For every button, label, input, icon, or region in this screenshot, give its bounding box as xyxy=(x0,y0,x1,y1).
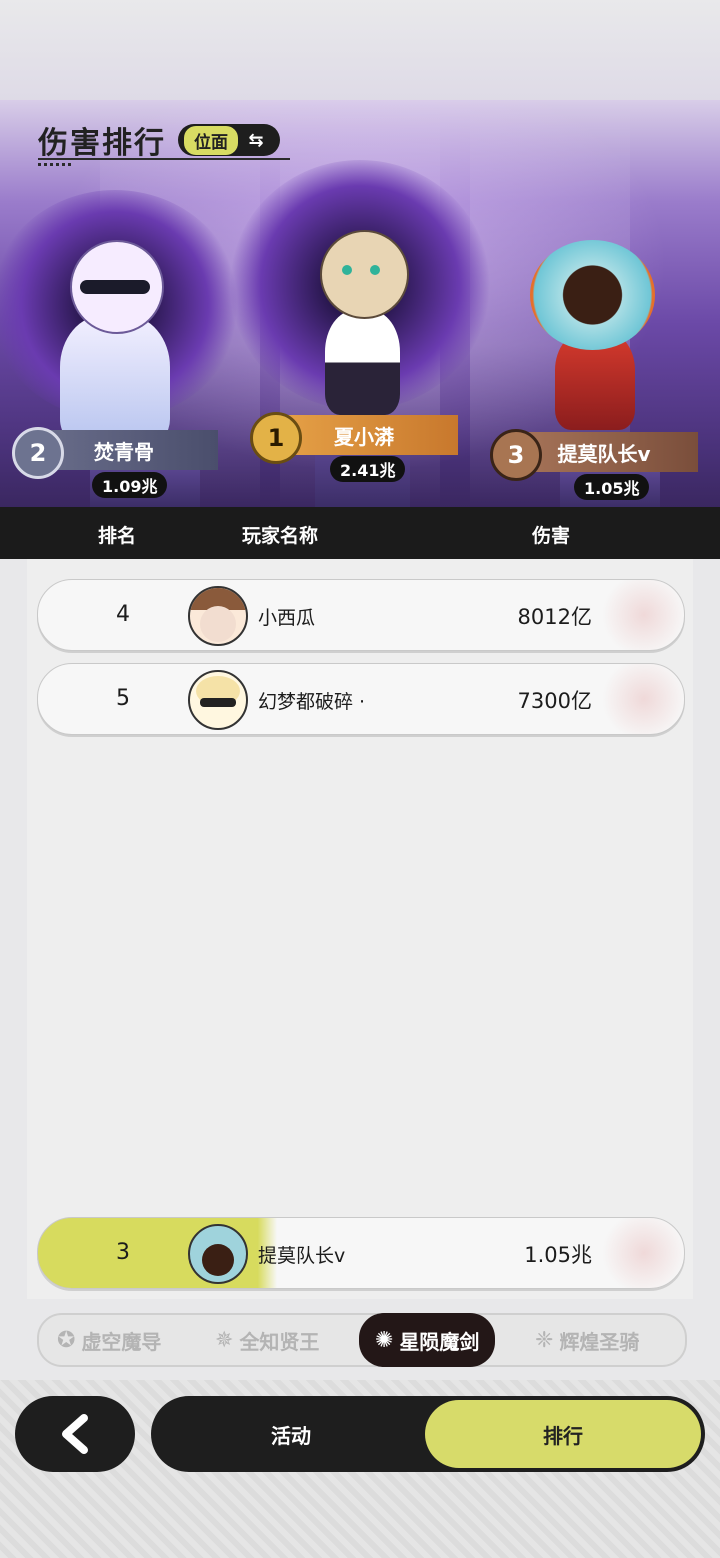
podium-score-rank2: 1.09兆 xyxy=(92,472,168,498)
rank-medal-1: 1 xyxy=(250,412,302,464)
row-rank: 3 xyxy=(116,1240,130,1265)
podium-score-rank3: 1.05兆 xyxy=(574,474,650,500)
emblem-watermark-icon xyxy=(584,664,684,734)
column-damage: 伤害 xyxy=(532,525,571,547)
sage-king-icon: ✵ xyxy=(215,1327,234,1353)
category-tabs: ✪ 虚空魔导 ✵ 全知贤王 ✺ 星陨魔剑 ❈ 辉煌圣骑 xyxy=(37,1313,687,1367)
my-rank-row[interactable]: 3 提莫队长v 1.05兆 xyxy=(37,1217,685,1289)
activity-button[interactable]: 活动 xyxy=(151,1396,431,1472)
tab-holy-knight[interactable]: ❈ 辉煌圣骑 xyxy=(535,1315,639,1365)
chevron-left-icon xyxy=(62,1414,88,1454)
row-player-name: 小西瓜 xyxy=(258,607,316,629)
avatar[interactable] xyxy=(188,586,248,646)
page-header: 伤害排行 位面 ⇆ xyxy=(38,118,280,162)
tab-sage-king[interactable]: ✵ 全知贤王 xyxy=(215,1315,319,1365)
podium-name-rank3: 提莫队长v xyxy=(557,441,651,466)
ranking-button[interactable]: 排行 xyxy=(425,1400,701,1468)
character-sprite-rank3 xyxy=(520,240,660,430)
tab-star-sword[interactable]: ✺ 星陨魔剑 xyxy=(359,1313,496,1367)
emblem-watermark-icon xyxy=(584,580,684,650)
rank-medal-3: 3 xyxy=(490,429,542,481)
avatar[interactable] xyxy=(188,670,248,730)
tab-void-mage[interactable]: ✪ 虚空魔导 xyxy=(57,1315,161,1365)
podium-name-rank1: 夏小漭 xyxy=(334,424,394,449)
title-divider-dots xyxy=(38,163,72,166)
void-mage-icon: ✪ xyxy=(57,1327,76,1353)
column-player-name: 玩家名称 xyxy=(242,525,319,547)
back-button[interactable] xyxy=(15,1396,135,1472)
character-sprite-rank1 xyxy=(300,220,420,420)
row-player-name: 提莫队长v xyxy=(258,1245,346,1267)
title-divider xyxy=(38,158,290,160)
row-rank: 5 xyxy=(116,686,130,711)
table-header: 排名 玩家名称 伤害 xyxy=(0,507,720,559)
row-damage: 8012亿 xyxy=(517,605,592,629)
podium-name-rank2: 焚青骨 xyxy=(94,439,154,464)
podium-score-rank1: 2.41兆 xyxy=(330,456,406,482)
top-background xyxy=(0,0,720,110)
holy-knight-icon: ❈ xyxy=(535,1327,554,1353)
swap-icon: ⇆ xyxy=(248,129,264,151)
page-title: 伤害排行 xyxy=(38,126,166,161)
table-row[interactable]: 4 小西瓜 8012亿 xyxy=(37,579,685,651)
row-player-name: 幻梦都破碎 · xyxy=(258,691,366,713)
character-sprite-rank2 xyxy=(40,235,180,445)
bottom-nav: 活动 排行 xyxy=(151,1396,705,1472)
emblem-watermark-icon xyxy=(584,1218,684,1288)
table-row[interactable]: 5 幻梦都破碎 · 7300亿 xyxy=(37,663,685,735)
view-toggle-label: 位面 xyxy=(184,125,238,155)
row-damage: 1.05兆 xyxy=(524,1243,592,1267)
view-toggle-button[interactable]: 位面 ⇆ xyxy=(178,124,280,156)
column-rank: 排名 xyxy=(98,525,137,547)
row-damage: 7300亿 xyxy=(517,689,592,713)
star-sword-icon: ✺ xyxy=(375,1327,394,1353)
avatar[interactable] xyxy=(188,1224,248,1284)
row-rank: 4 xyxy=(116,602,130,627)
rank-medal-2: 2 xyxy=(12,427,64,479)
